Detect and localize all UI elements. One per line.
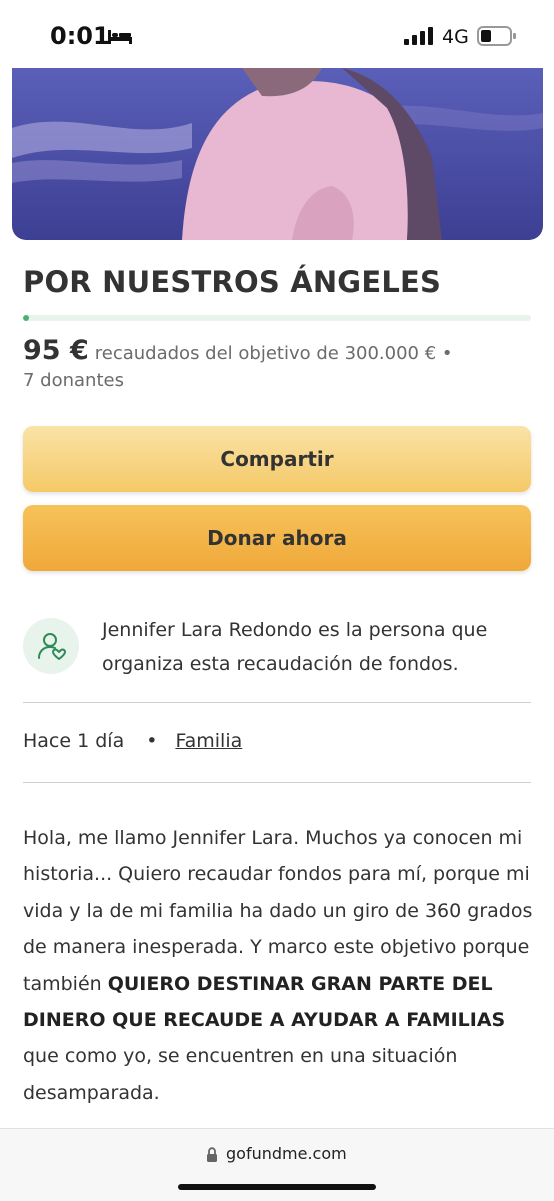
category-link[interactable]: Familia [175,730,242,752]
share-button[interactable]: Compartir [23,426,531,492]
campaign-meta: Hace 1 día • Familia [23,730,242,752]
progress-bar [23,315,531,321]
organizer-text: Jennifer Lara Redondo es la persona que … [102,619,488,675]
divider [23,782,531,783]
status-time: 0:01 [50,22,110,50]
created-time: Hace 1 día [23,730,125,752]
progress-fill [23,315,30,321]
campaign-title: POR NUESTROS ÁNGELES [23,265,442,299]
campaign-photo [12,68,543,240]
lock-icon [207,1147,217,1162]
signal-icon [404,27,433,45]
meta-separator: • [146,730,158,752]
battery-icon [477,26,516,46]
story-text-2: que como yo, se encuentren en una situac… [23,1045,458,1104]
divider [23,702,531,703]
campaign-story: Hola, me llamo Jennifer Lara. Muchos ya … [23,820,535,1111]
donate-button[interactable]: Donar ahora [23,505,531,571]
network-type: 4G [442,26,469,48]
story-text-1: Hola, me llamo Jennifer Lara. Muchos ya … [23,827,533,995]
bed-icon [108,30,132,44]
campaign-photo-art [12,68,543,240]
raised-goal-text: recaudados del objetivo de 300.000 € • [94,343,453,364]
organizer-heart-icon [23,618,79,674]
home-indicator[interactable] [178,1184,376,1190]
url-text: gofundme.com [226,1144,347,1163]
donor-count: 7 donantes [23,370,124,391]
raised-summary: 95 € recaudados del objetivo de 300.000 €… [23,335,543,366]
browser-url-bar[interactable]: gofundme.com [0,1128,554,1201]
status-bar: 0:01 4G [0,0,554,68]
raised-amount: 95 € [23,335,89,366]
